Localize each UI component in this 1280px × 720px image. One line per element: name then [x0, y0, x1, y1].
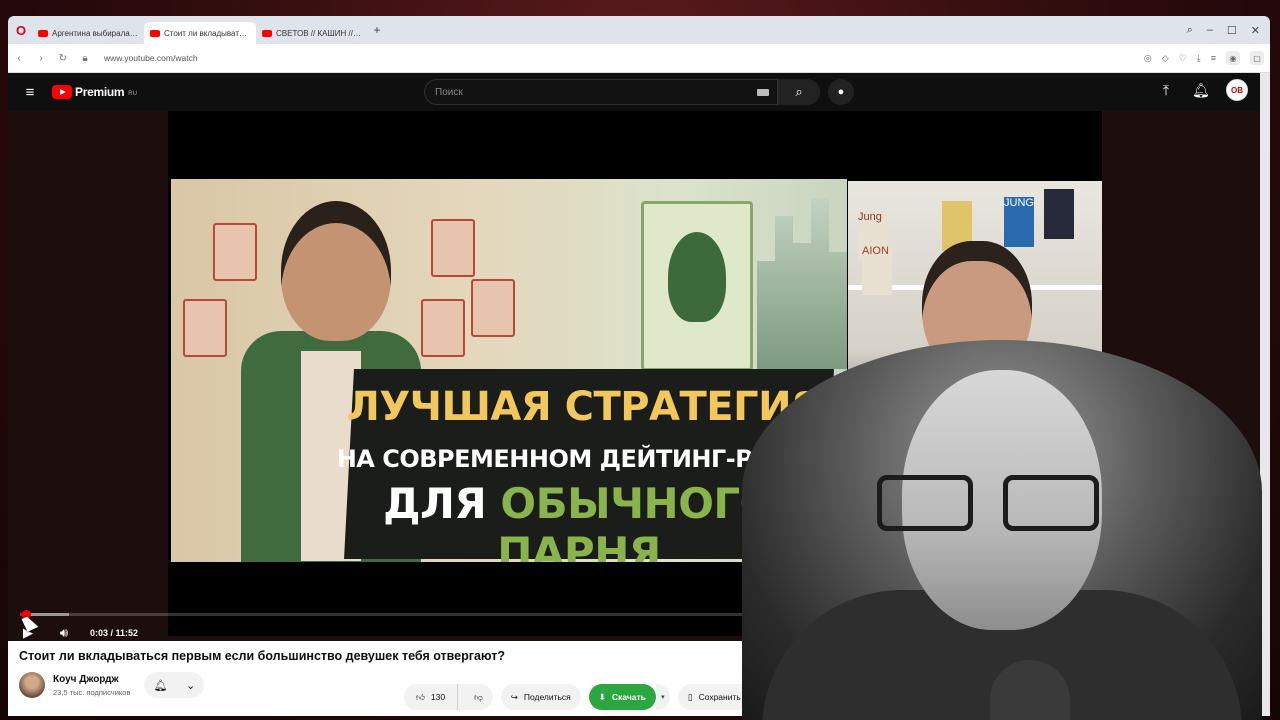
- illustrated-woman-card: [641, 201, 753, 371]
- share-icon: ↪: [510, 691, 518, 702]
- share-button[interactable]: ↪ Поделиться: [500, 684, 581, 710]
- poster: [1044, 189, 1074, 239]
- close-icon[interactable]: ✕: [1251, 24, 1260, 37]
- like-dislike-group: 👍︎ 130 👎︎: [404, 684, 493, 710]
- subscription-bell-button[interactable]: 🔔︎ ⌄: [144, 672, 205, 698]
- youtube-favicon-icon: [150, 29, 160, 37]
- channel-name[interactable]: Коуч Джордж: [53, 674, 130, 685]
- channel-row: Коуч Джордж 23,5 тыс. подписчиков 🔔︎ ⌄: [19, 672, 205, 698]
- upload-icon[interactable]: ⤒: [1158, 82, 1174, 99]
- volume-icon[interactable]: 🔊︎: [54, 625, 74, 641]
- time-display: 0:03 / 11:52: [90, 628, 139, 638]
- tab-current-video[interactable]: Стоит ли вкладываться п: [144, 22, 256, 44]
- action-bar: 👍︎ 130 👎︎ ↪ Поделиться ⬇ Скачать ▾ ▯ Сох…: [404, 684, 751, 710]
- bookmark-icon: ▯: [687, 691, 693, 702]
- photo-card-icon: [421, 299, 465, 357]
- notifications-bell-icon[interactable]: 🔔︎: [1192, 82, 1210, 99]
- minimize-icon[interactable]: –: [1207, 24, 1213, 37]
- search-placeholder: Поиск: [435, 86, 463, 98]
- thumbnail-tagline-highlight: ОБЫЧНОГО ПАРНЯ: [497, 479, 775, 562]
- logo-region: RU: [128, 91, 137, 97]
- profile-icon[interactable]: ◉: [1226, 51, 1240, 65]
- reload-icon[interactable]: ↻: [52, 53, 74, 64]
- youtube-logo[interactable]: Premium RU: [52, 85, 137, 99]
- forward-icon[interactable]: ›: [30, 53, 52, 64]
- extensions-icon[interactable]: ▢: [1250, 51, 1264, 65]
- header-actions: ⤒ 🔔︎ ОВ: [1158, 79, 1248, 101]
- subscriber-count: 23,5 тыс. подписчиков: [53, 687, 131, 697]
- maximize-icon[interactable]: ☐: [1227, 24, 1237, 37]
- opera-logo-icon[interactable]: O: [10, 23, 32, 38]
- chevron-down-icon: ⌄: [185, 679, 196, 692]
- tab-title: Аргентина выбирала ме: [52, 28, 138, 38]
- dislike-button[interactable]: 👎︎: [464, 684, 493, 710]
- photo-card-icon: [471, 279, 515, 337]
- photo-card-icon: [431, 219, 475, 277]
- tab-svetov[interactable]: СВЕТОВ // КАШИН // ПЛ: [256, 22, 368, 44]
- channel-avatar[interactable]: [19, 672, 45, 698]
- thumbnail-headline: ЛУЧШАЯ СТРАТЕГИЯ: [346, 384, 822, 430]
- download-options-button[interactable]: ▾: [655, 684, 670, 710]
- youtube-header: ≡ Premium RU Поиск ⌕ ● ⤒ 🔔︎ ОВ: [8, 73, 1260, 111]
- logo-text: Premium: [75, 85, 125, 99]
- new-tab-icon[interactable]: +: [368, 23, 386, 37]
- window-controls: ⌕ – ☐ ✕: [1187, 24, 1270, 37]
- download-icon[interactable]: ⤓: [1197, 53, 1201, 64]
- tab-strip: O Аргентина выбирала ме Стоит ли вкладыв…: [8, 16, 1270, 44]
- like-button[interactable]: 👍︎ 130: [404, 684, 459, 710]
- glasses: [877, 475, 1107, 533]
- share-label: Поделиться: [523, 692, 571, 702]
- url-field[interactable]: www.youtube.com/watch: [104, 53, 198, 63]
- bell-icon: 🔔︎: [153, 679, 168, 692]
- channel-meta: Коуч Джордж 23,5 тыс. подписчиков: [53, 674, 130, 697]
- search-button[interactable]: ⌕: [778, 79, 820, 105]
- camera-icon[interactable]: ◎: [1144, 53, 1152, 64]
- photo-card-icon: [183, 299, 227, 357]
- tab-title: Стоит ли вкладываться п: [164, 28, 250, 38]
- keyboard-icon[interactable]: [757, 89, 769, 96]
- search-input[interactable]: Поиск: [424, 79, 778, 105]
- thumbs-up-icon: 👍︎: [416, 691, 425, 702]
- thumbs-down-icon: 👎︎: [474, 691, 483, 702]
- download-icon: ⬇: [598, 691, 606, 702]
- youtube-favicon-icon: [38, 29, 48, 37]
- heart-icon[interactable]: ♡: [1179, 53, 1187, 64]
- easy-setup-icon[interactable]: ≡: [1211, 53, 1216, 63]
- book-aion: AION: [862, 245, 892, 295]
- address-tools: ◎ ◇ ♡ ⤓ ≡ ◉ ▢: [1144, 51, 1270, 65]
- search-tabs-icon[interactable]: ⌕: [1187, 24, 1193, 37]
- address-bar: ‹ › ↻ 🔒︎ www.youtube.com/watch ◎ ◇ ♡ ⤓ ≡…: [8, 44, 1270, 73]
- book-jung-blue: JUNG: [1004, 197, 1034, 247]
- city-skyline: [757, 198, 847, 369]
- youtube-play-icon: [52, 85, 72, 99]
- microphone-icon: ●: [837, 86, 845, 98]
- search-icon: ⌕: [795, 84, 803, 99]
- thumbnail-tagline-prefix: ДЛЯ: [383, 479, 501, 528]
- back-icon[interactable]: ‹: [8, 53, 30, 64]
- video-title: Стоит ли вкладываться первым если больши…: [19, 649, 506, 663]
- menu-icon[interactable]: ≡: [8, 84, 52, 101]
- shield-icon[interactable]: ◇: [1162, 53, 1169, 64]
- save-button[interactable]: ▯ Сохранить: [677, 684, 751, 710]
- like-count: 130: [430, 692, 446, 702]
- lock-icon: 🔒︎: [82, 52, 88, 64]
- tab-argentina[interactable]: Аргентина выбирала ме: [32, 22, 144, 44]
- save-label: Сохранить: [698, 692, 741, 702]
- voice-search-button[interactable]: ●: [828, 79, 854, 105]
- download-label: Скачать: [611, 692, 646, 702]
- youtube-favicon-icon: [262, 29, 272, 37]
- streamer-webcam-overlay: [742, 340, 1262, 720]
- account-avatar[interactable]: ОВ: [1226, 79, 1248, 101]
- search-area: Поиск ⌕ ●: [424, 79, 854, 105]
- download-button[interactable]: ⬇ Скачать: [588, 684, 656, 710]
- tab-title: СВЕТОВ // КАШИН // ПЛ: [276, 28, 362, 38]
